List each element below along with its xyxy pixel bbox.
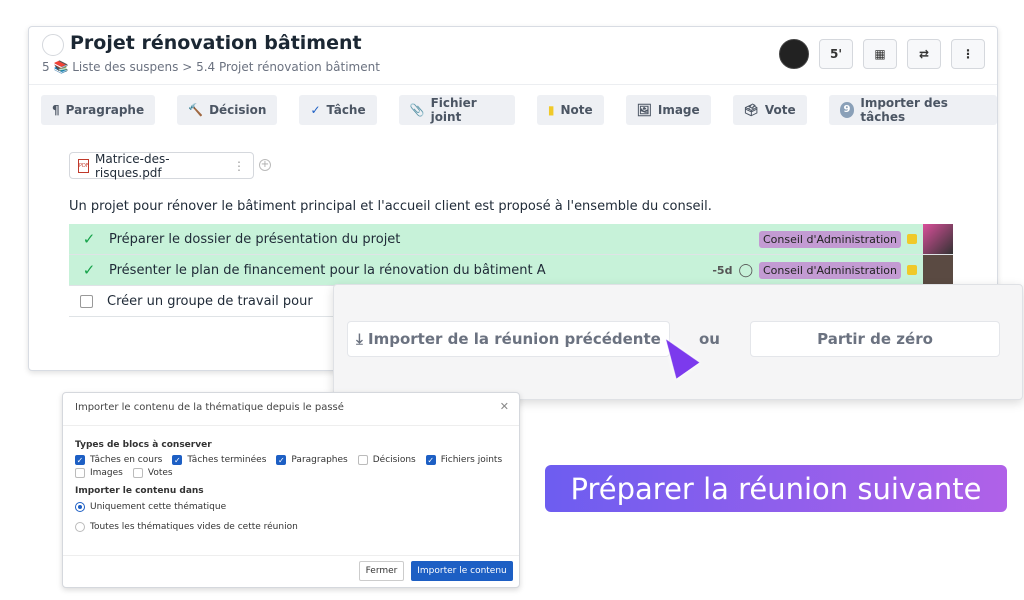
- gavel-icon: 🔨: [188, 103, 204, 117]
- label: Images: [90, 468, 123, 478]
- assignee-avatar[interactable]: [923, 255, 953, 285]
- ballot-icon: 🗳: [743, 103, 759, 117]
- import-previous-button[interactable]: ⤓ Importer de la réunion précédente: [347, 321, 670, 357]
- radio-all-empty-topics[interactable]: Toutes les thématiques vides de cette ré…: [75, 522, 298, 532]
- label: Vote: [764, 103, 796, 117]
- close-icon[interactable]: ✕: [500, 400, 509, 413]
- import-content-button[interactable]: Importer le contenu: [411, 561, 513, 581]
- more-vertical-icon[interactable]: ⋮: [233, 159, 245, 173]
- radio-this-topic[interactable]: Uniquement cette thématique: [75, 502, 226, 512]
- task-row[interactable]: ✓ Préparer le dossier de présentation du…: [69, 224, 953, 255]
- target-label: Importer le contenu dans: [75, 486, 204, 496]
- paperclip-icon: 📎: [409, 103, 425, 117]
- page-title: Projet rénovation bâtiment: [70, 32, 362, 54]
- repeat-off-icon[interactable]: ⇄: [907, 39, 941, 69]
- checkbox-images[interactable]: Images: [75, 468, 123, 478]
- group-badge[interactable]: Conseil d'Administration: [759, 230, 901, 248]
- label: Toutes les thématiques vides de cette ré…: [90, 522, 298, 532]
- add-attachment-icon[interactable]: +: [259, 159, 271, 171]
- priority-marker: [907, 265, 917, 275]
- checkbox[interactable]: [357, 455, 368, 465]
- task-checkbox[interactable]: [80, 294, 93, 308]
- types-label: Types de blocs à conserver: [75, 440, 212, 450]
- divider: [29, 84, 997, 85]
- import-tasks-button[interactable]: 9 Importer des tâches: [828, 95, 997, 125]
- breadcrumb[interactable]: 5 📚 Liste des suspens > 5.4 Projet rénov…: [42, 60, 380, 74]
- due-date: -5d: [712, 263, 733, 277]
- image-button[interactable]: 🖼 Image: [625, 95, 711, 125]
- radio[interactable]: [75, 502, 85, 512]
- check-icon[interactable]: ✓: [69, 230, 109, 248]
- vote-button[interactable]: 🗳 Vote: [732, 95, 807, 125]
- checkbox[interactable]: [75, 468, 85, 478]
- priority-marker: [907, 234, 917, 244]
- checkbox[interactable]: ✓: [276, 455, 287, 465]
- radio[interactable]: [75, 522, 85, 532]
- task-button[interactable]: ✓ Tâche: [299, 95, 377, 125]
- checkbox[interactable]: ✓: [425, 455, 436, 465]
- label: Votes: [147, 468, 173, 478]
- attachment-button[interactable]: 📎 Fichier joint: [398, 95, 515, 125]
- divider: [63, 555, 519, 556]
- checkbox-decisions[interactable]: Décisions: [357, 455, 416, 465]
- label: Image: [657, 103, 700, 117]
- decision-button[interactable]: 🔨 Décision: [177, 95, 278, 125]
- label: Tâches en cours: [90, 455, 163, 465]
- checkbox-paragraphs[interactable]: ✓ Paragraphes: [276, 455, 348, 465]
- import-dialog: Importer le contenu de la thématique dep…: [62, 392, 520, 588]
- check-icon: ✓: [310, 103, 321, 117]
- pdf-icon: PDF: [78, 158, 89, 173]
- checkbox[interactable]: ✓: [172, 455, 183, 465]
- or-label: ou: [699, 330, 720, 348]
- checkbox-done-tasks[interactable]: ✓ Tâches terminées: [172, 455, 266, 465]
- count-badge: 9: [839, 102, 855, 118]
- label: Note: [560, 103, 593, 117]
- description-paragraph[interactable]: Un projet pour rénover le bâtiment princ…: [69, 199, 712, 214]
- divider: [63, 425, 519, 426]
- checkbox[interactable]: ✓: [75, 455, 85, 465]
- checkbox[interactable]: [132, 468, 143, 478]
- calendar-icon[interactable]: ▦: [863, 39, 897, 69]
- task-label: Créer un groupe de travail pour: [107, 293, 313, 309]
- attachment-chip[interactable]: PDF Matrice-des-risques.pdf ⋮: [69, 151, 254, 180]
- comment-icon[interactable]: ◯: [738, 263, 753, 278]
- label: Fichier joint: [430, 96, 477, 124]
- image-icon: 🖼: [636, 103, 652, 117]
- label: Uniquement cette thématique: [90, 502, 227, 512]
- download-icon: ⤓: [356, 330, 369, 348]
- group-badge[interactable]: Conseil d'Administration: [759, 261, 901, 279]
- checkbox-active-tasks[interactable]: ✓ Tâches en cours: [75, 455, 162, 465]
- label: Fichiers joints: [440, 455, 503, 465]
- promo-banner: Préparer la réunion suivante: [545, 465, 1007, 512]
- check-icon[interactable]: ✓: [69, 261, 109, 279]
- paragraph-icon: ¶: [52, 103, 60, 117]
- checkbox-votes[interactable]: Votes: [132, 468, 173, 478]
- label: Importer des tâches: [860, 96, 948, 124]
- checkbox-attachments[interactable]: ✓ Fichiers joints: [425, 455, 503, 465]
- label: Décisions: [372, 455, 416, 465]
- more-vertical-icon[interactable]: ⋮: [951, 39, 985, 69]
- task-label: Présenter le plan de financement pour la…: [109, 262, 546, 278]
- close-button[interactable]: Fermer: [359, 561, 404, 581]
- label: Importer de la réunion précédente: [368, 330, 661, 348]
- label: Tâche: [326, 103, 366, 117]
- block-toolbar: ¶ Paragraphe 🔨 Décision ✓ Tâche 📎 Fichier jo…: [41, 95, 997, 125]
- label: Tâches terminées: [187, 455, 267, 465]
- label: Décision: [209, 103, 267, 117]
- avatar[interactable]: [779, 39, 809, 69]
- duration-button[interactable]: 5': [819, 39, 853, 69]
- from-scratch-button[interactable]: Partir de zéro: [750, 321, 1000, 357]
- dialog-title: Importer le contenu de la thématique dep…: [75, 402, 344, 413]
- label: Paragraphes: [291, 455, 348, 465]
- topic-status-circle[interactable]: [42, 34, 64, 56]
- task-label: Préparer le dossier de présentation du p…: [109, 231, 401, 247]
- note-icon: ▮: [547, 103, 555, 117]
- attachment-name: Matrice-des-risques.pdf: [95, 151, 170, 180]
- paragraph-button[interactable]: ¶ Paragraphe: [41, 95, 156, 125]
- label: Paragraphe: [65, 103, 145, 117]
- assignee-avatar[interactable]: [923, 224, 953, 254]
- note-button[interactable]: ▮ Note: [536, 95, 604, 125]
- task-row[interactable]: ✓ Présenter le plan de financement pour …: [69, 255, 953, 286]
